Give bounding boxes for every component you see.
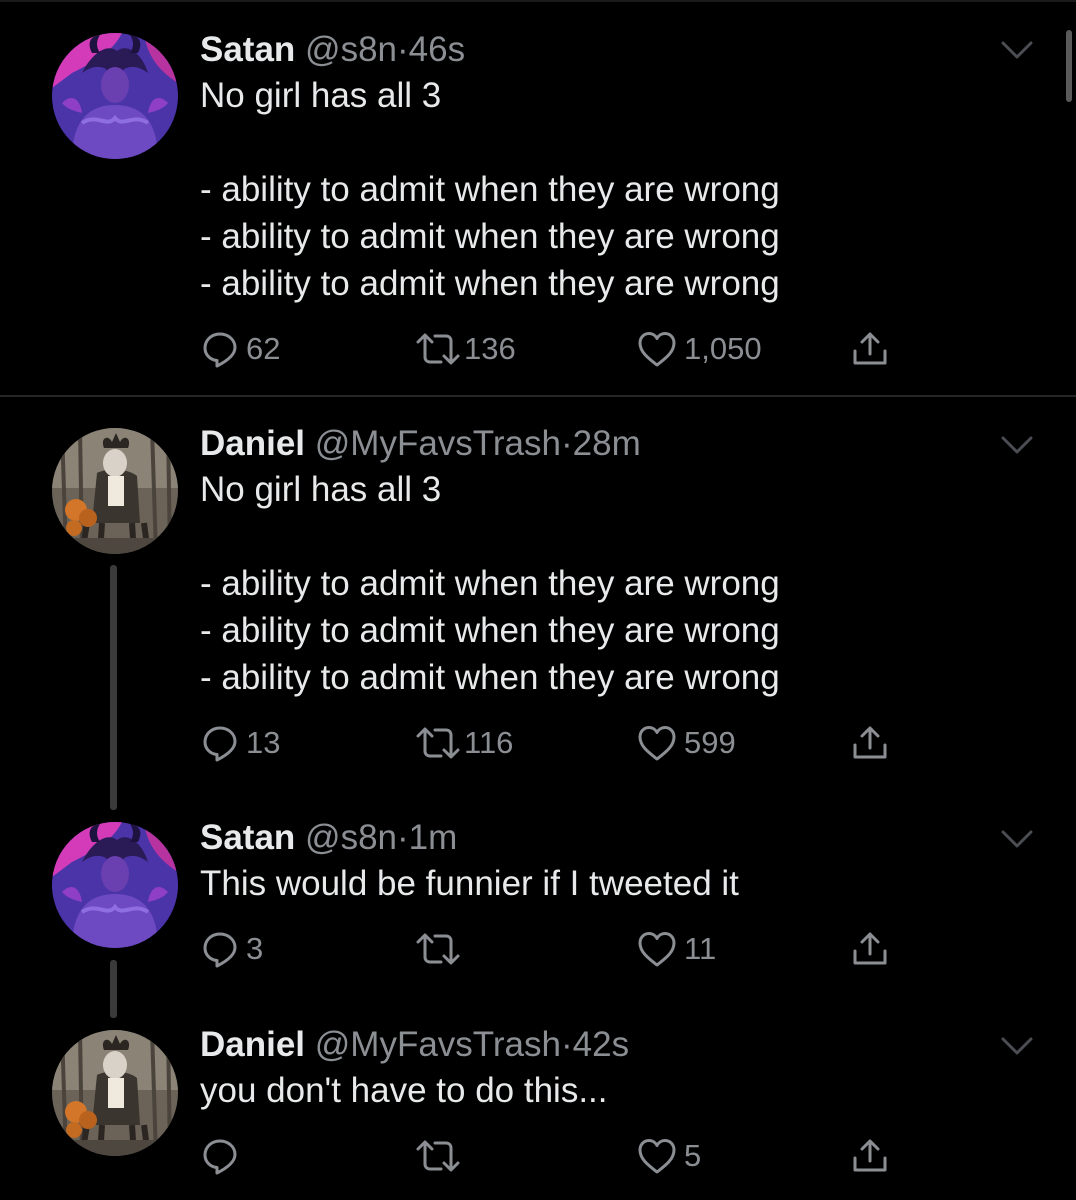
author-handle[interactable]: @MyFavsTrash [315,424,561,463]
retweet-arrows-icon [414,723,462,763]
like-count: 1,050 [684,331,762,366]
tweet-content: Satan @s8n·1m This would be funnier if I… [200,816,1000,907]
tweet-header: Daniel @MyFavsTrash·42s [200,1023,1000,1067]
heart-icon [636,723,678,763]
speech-bubble-icon [200,929,240,969]
demon-avatar-icon [52,33,178,159]
author-name[interactable]: Daniel [200,1025,305,1064]
deer-rider-avatar-icon [52,428,178,554]
tweet-actions: 62 136 1,050 [200,327,920,371]
chevron-down-icon[interactable] [1000,435,1034,455]
tweet-content: Satan @s8n·46s No girl has all 3 - abili… [200,28,1000,307]
tweet-time[interactable]: 28m [573,424,641,463]
like-button[interactable]: 5 [636,1134,701,1178]
separator: · [397,30,409,69]
separator: · [560,1025,573,1064]
speech-bubble-icon [200,723,240,763]
share-upload-icon [850,329,890,369]
heart-icon [636,929,678,969]
author-name[interactable]: Satan [200,818,295,857]
retweet-button[interactable]: 136 [414,327,516,371]
avatar[interactable] [52,428,178,554]
tweet-time[interactable]: 1m [409,818,458,857]
tweet-content: Daniel @MyFavsTrash·28m No girl has all … [200,422,1000,701]
deer-rider-avatar-icon [52,1030,178,1156]
like-count: 11 [684,931,717,966]
tweet-actions: 3 11 [200,927,920,971]
avatar[interactable] [52,822,178,948]
heart-icon [636,329,678,369]
thread-connector [110,960,117,1018]
author-handle[interactable]: @MyFavsTrash [315,1025,561,1064]
share-button[interactable] [850,721,890,765]
retweet-count: 116 [464,725,514,760]
reply-count: 3 [246,931,264,966]
tweet-header: Satan @s8n·1m [200,816,1000,860]
avatar[interactable] [52,1030,178,1156]
like-button[interactable]: 599 [636,721,736,765]
tweet-text: This would be funnier if I tweeted it [200,864,739,903]
author-name[interactable]: Satan [200,30,295,69]
demon-avatar-icon [52,822,178,948]
chevron-down-icon[interactable] [1000,40,1034,60]
avatar[interactable] [52,33,178,159]
like-count: 599 [684,725,736,760]
tweet-thread: Satan @s8n·46s No girl has all 3 - abili… [0,0,1076,1200]
tweet-header: Satan @s8n·46s [200,28,1000,72]
separator: · [397,818,409,857]
retweet-arrows-icon [414,329,462,369]
scrollbar[interactable] [1066,30,1072,102]
thread-connector [110,565,117,810]
tweet-text: you don't have to do this... [200,1071,608,1110]
author-handle[interactable]: @s8n [305,30,397,69]
tweet-time[interactable]: 42s [573,1025,629,1064]
retweet-arrows-icon [414,929,462,969]
share-button[interactable] [850,927,890,971]
tweet-divider [0,395,1076,397]
heart-icon [636,1136,678,1176]
chevron-down-icon[interactable] [1000,829,1034,849]
author-name[interactable]: Daniel [200,424,305,463]
like-button[interactable]: 1,050 [636,327,762,371]
reply-count: 62 [246,331,281,366]
tweet-actions: 5 [200,1134,920,1178]
retweet-button[interactable]: 116 [414,721,513,765]
speech-bubble-icon [200,329,240,369]
like-button[interactable]: 11 [636,927,716,971]
retweet-button[interactable] [414,927,464,971]
reply-button[interactable]: 62 [200,327,280,371]
tweet-text: No girl has all 3 - ability to admit whe… [200,76,780,303]
top-divider [0,0,1076,2]
reply-button[interactable]: 3 [200,927,263,971]
share-button[interactable] [850,327,890,371]
tweet-header: Daniel @MyFavsTrash·28m [200,422,1000,466]
share-upload-icon [850,1136,890,1176]
reply-button[interactable]: 13 [200,721,280,765]
tweet-time[interactable]: 46s [409,30,465,69]
share-button[interactable] [850,1134,890,1178]
retweet-count: 136 [464,331,516,366]
retweet-button[interactable] [414,1134,464,1178]
share-upload-icon [850,929,890,969]
share-upload-icon [850,723,890,763]
reply-count: 13 [246,725,281,760]
like-count: 5 [684,1138,702,1173]
retweet-arrows-icon [414,1136,462,1176]
tweet-text: No girl has all 3 - ability to admit whe… [200,470,780,697]
speech-bubble-icon [200,1136,240,1176]
reply-button[interactable] [200,1134,246,1178]
author-handle[interactable]: @s8n [305,818,397,857]
tweet-content: Daniel @MyFavsTrash·42s you don't have t… [200,1023,1000,1114]
chevron-down-icon[interactable] [1000,1036,1034,1056]
separator: · [560,424,573,463]
tweet-actions: 13 116 599 [200,721,920,765]
